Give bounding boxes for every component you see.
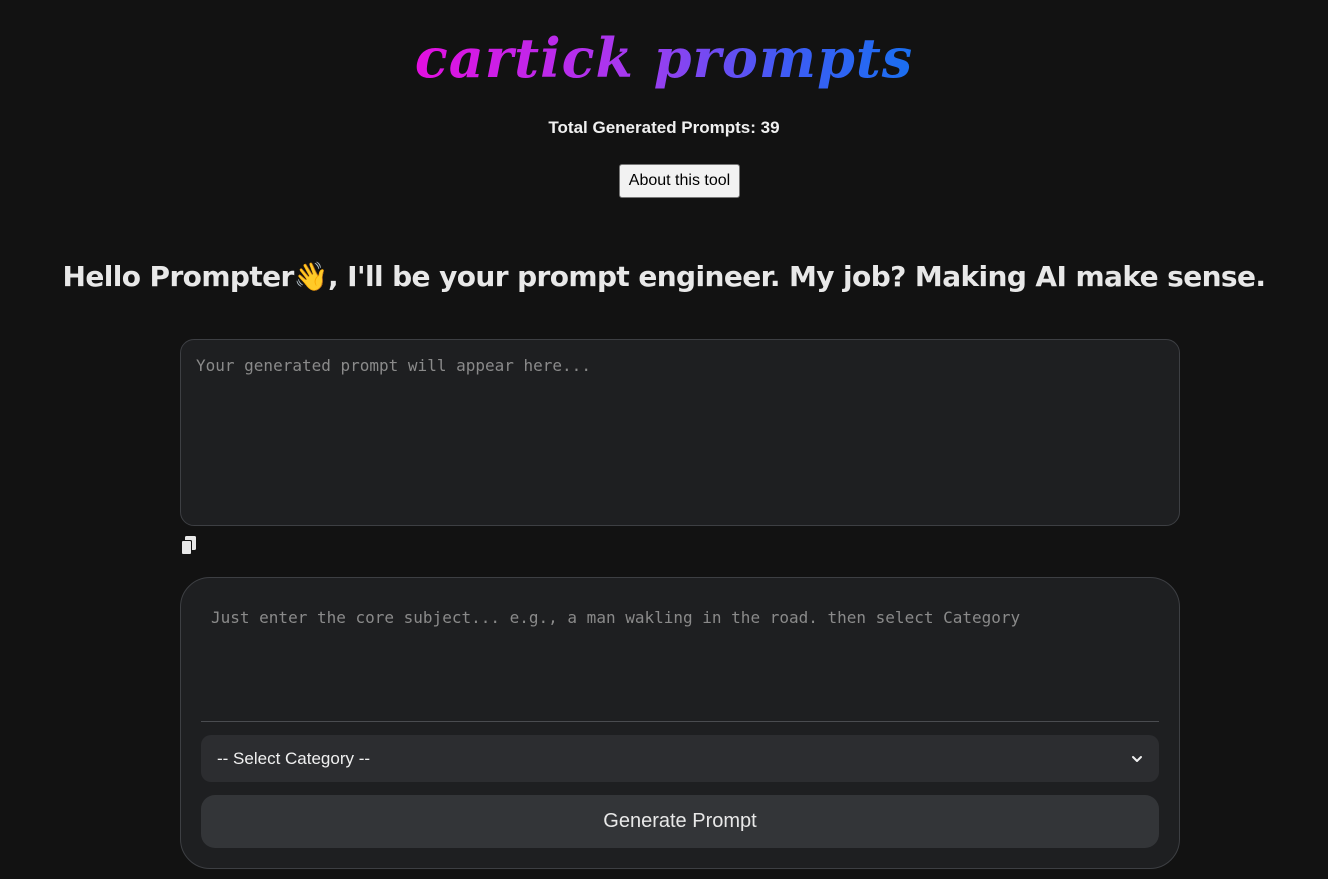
generated-prompt-output[interactable] xyxy=(180,339,1180,526)
copy-icon[interactable] xyxy=(179,535,199,557)
headline-message: , I'll be your prompt engineer. My job? … xyxy=(328,260,1266,293)
about-tool-button[interactable]: About this tool xyxy=(619,164,740,198)
category-selected-value: -- Select Category -- xyxy=(217,748,371,768)
prompt-counter: Total Generated Prompts: 39 xyxy=(548,118,780,137)
page-headline: Hello Prompter👋, I'll be your prompt eng… xyxy=(0,256,1328,298)
chevron-down-icon xyxy=(1132,755,1142,762)
wave-icon: 👋 xyxy=(293,260,329,293)
generate-prompt-button[interactable]: Generate Prompt xyxy=(201,795,1159,848)
category-select[interactable]: -- Select Category -- xyxy=(201,735,1159,782)
prompt-form-card: -- Select Category -- Generate Prompt xyxy=(180,577,1180,869)
subject-input[interactable] xyxy=(201,598,1159,722)
app-logo: cartick prompts xyxy=(0,18,1328,98)
headline-greeting: Hello Prompter xyxy=(62,260,295,293)
logo-text: cartick prompts xyxy=(414,26,914,90)
